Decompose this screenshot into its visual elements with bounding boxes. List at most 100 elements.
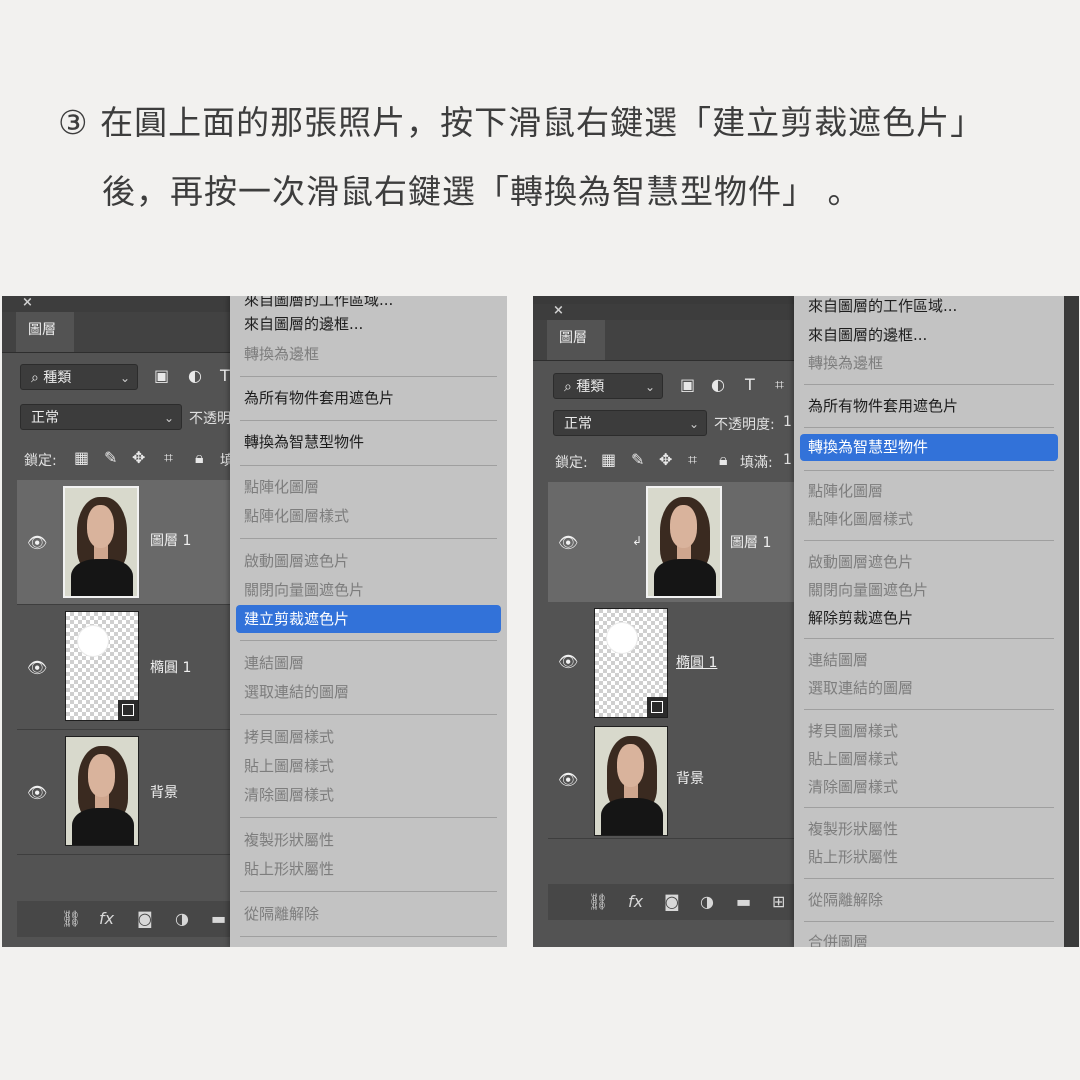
- layer-name[interactable]: 橢圓 1: [676, 652, 717, 672]
- menu-separator: [804, 638, 1054, 639]
- new-layer-icon[interactable]: ⊞: [772, 892, 785, 911]
- layer-name[interactable]: 背景: [676, 768, 704, 788]
- tab-layers[interactable]: 圖層: [547, 320, 605, 360]
- image-filter-icon[interactable]: ▣: [680, 375, 695, 394]
- layer-row-ellipse1[interactable]: 👁︎ 橢圓 1: [17, 605, 232, 730]
- opacity-value[interactable]: 1: [783, 414, 792, 430]
- adjustment-layer-icon[interactable]: ◑: [700, 892, 714, 911]
- lock-transparent-icon[interactable]: ▦: [601, 450, 616, 469]
- layers-bottom-toolbar: ⛓︎ fx ◙ ◑ ▬: [17, 901, 232, 937]
- menu-separator: [804, 427, 1054, 428]
- layer-thumbnail: [594, 608, 668, 718]
- filter-kind-select[interactable]: ⌕ 種類 ⌄: [20, 364, 138, 390]
- layer-name[interactable]: 圖層 1: [730, 532, 771, 552]
- close-icon[interactable]: ×: [553, 303, 564, 318]
- layer-row-background[interactable]: 👁︎ 背景: [17, 730, 232, 855]
- fill-value[interactable]: 1: [783, 452, 792, 468]
- eye-icon[interactable]: 👁︎: [558, 770, 578, 789]
- lock-position-move-icon[interactable]: ✥: [132, 448, 145, 467]
- menu-item[interactable]: 為所有物件套用遮色片: [808, 394, 958, 418]
- type-filter-icon[interactable]: T: [745, 375, 755, 394]
- lock-all-icon[interactable]: 🔒︎: [195, 448, 204, 468]
- layer-row-ellipse1[interactable]: 👁︎ 橢圓 1: [548, 602, 795, 721]
- menu-item: 關閉向量圖遮色片: [808, 581, 929, 599]
- lock-all-icon[interactable]: 🔒︎: [719, 450, 728, 470]
- lock-artboard-icon[interactable]: ⌗: [688, 450, 697, 470]
- menu-item: 選取連結的圖層: [244, 683, 350, 701]
- mask-icon[interactable]: ◙: [664, 892, 680, 911]
- panel-tabstrip: 圖層: [533, 320, 795, 361]
- menu-item[interactable]: 來自圖層的邊框...: [244, 312, 363, 336]
- layer-thumbnail: [594, 726, 668, 836]
- adjustment-filter-icon[interactable]: ◐: [711, 375, 725, 394]
- menu-item: 清除圖層樣式: [244, 786, 335, 804]
- menu-item[interactable]: 轉換為智慧型物件: [244, 430, 364, 454]
- menu-separator: [240, 538, 497, 539]
- eye-icon[interactable]: 👁︎: [558, 533, 578, 552]
- link-icon[interactable]: ⛓︎: [588, 892, 608, 911]
- layer-row-background[interactable]: 👁︎ 背景: [548, 720, 795, 839]
- lock-position-move-icon[interactable]: ✥: [659, 450, 672, 469]
- menu-item-convert-to-smart-object[interactable]: 轉換為智慧型物件: [800, 434, 1058, 461]
- menu-item: 連結圖層: [244, 654, 305, 672]
- menu-item[interactable]: 來自圖層的工作區域...: [808, 296, 957, 318]
- chevron-down-icon: ⌄: [163, 411, 174, 425]
- menu-separator: [240, 376, 497, 377]
- panel-titlebar: ×: [2, 296, 232, 312]
- layer-name[interactable]: 背景: [150, 782, 178, 802]
- menu-item: 點陣化圖層樣式: [244, 507, 350, 525]
- link-icon[interactable]: ⛓︎: [61, 909, 81, 928]
- folder-icon[interactable]: ▬: [211, 909, 226, 928]
- close-icon[interactable]: ×: [22, 296, 33, 310]
- lock-paint-brush-icon[interactable]: ✎: [104, 448, 117, 467]
- adjustment-layer-icon[interactable]: ◑: [175, 909, 189, 928]
- layer-row-layer1[interactable]: 👁︎ 圖層 1: [17, 480, 232, 605]
- layers-panel: × 圖層 ⌕ 種類 ⌄ ▣ ◐ T ⌗ 正常 ⌄ 不透明度: 1 鎖定: ▦ ✎…: [533, 303, 795, 947]
- type-filter-icon[interactable]: T: [220, 366, 230, 385]
- menu-item-release-clipping-mask[interactable]: 解除剪裁遮色片: [808, 606, 913, 630]
- lock-artboard-icon[interactable]: ⌗: [164, 448, 173, 468]
- blend-mode-select[interactable]: 正常 ⌄: [553, 410, 707, 436]
- fx-icon[interactable]: fx: [99, 909, 114, 928]
- menu-separator: [240, 817, 497, 818]
- adjustment-filter-icon[interactable]: ◐: [188, 366, 202, 385]
- menu-item: 貼上形狀屬性: [808, 848, 899, 866]
- blend-mode-label: 正常: [564, 416, 592, 432]
- menu-item-create-clipping-mask[interactable]: 建立剪裁遮色片: [236, 605, 501, 633]
- eye-icon[interactable]: 👁︎: [27, 533, 47, 552]
- tab-layers[interactable]: 圖層: [16, 312, 74, 352]
- layer-name[interactable]: 橢圓 1: [150, 657, 191, 677]
- instruction-block: ③ 在圓上面的那張照片，按下滑鼠右鍵選「建立剪裁遮色片」 後，再按一次滑鼠右鍵選…: [0, 0, 1080, 260]
- mask-icon[interactable]: ◙: [137, 909, 153, 928]
- menu-item: 貼上圖層樣式: [244, 757, 335, 775]
- menu-separator: [240, 936, 497, 937]
- fx-icon[interactable]: fx: [628, 892, 643, 911]
- portrait-photo: [595, 727, 667, 835]
- shape-filter-icon[interactable]: ⌗: [775, 375, 784, 395]
- eye-icon[interactable]: 👁︎: [558, 652, 578, 671]
- lock-label: 鎖定:: [555, 455, 588, 471]
- layer-thumbnail: [646, 486, 722, 598]
- menu-item: 複製形狀屬性: [244, 831, 335, 849]
- layer-name[interactable]: 圖層 1: [150, 530, 191, 550]
- menu-item[interactable]: 為所有物件套用遮色片: [244, 386, 394, 410]
- layer-row-layer1[interactable]: 👁︎ ↲ 圖層 1: [548, 482, 795, 603]
- filter-kind-label: 種類: [576, 379, 605, 395]
- lock-transparent-icon[interactable]: ▦: [74, 448, 89, 467]
- menu-item[interactable]: 來自圖層的邊框...: [808, 323, 927, 347]
- blend-mode-select[interactable]: 正常 ⌄: [20, 404, 182, 430]
- lock-label: 鎖定:: [24, 453, 57, 469]
- eye-icon[interactable]: 👁︎: [27, 783, 47, 802]
- clipping-arrow-icon: ↲: [632, 534, 643, 548]
- menu-item[interactable]: 來自圖層的工作區域...: [244, 296, 393, 312]
- chevron-down-icon: ⌄: [688, 417, 699, 431]
- menu-item: 點陣化圖層: [808, 482, 884, 500]
- menu-item: 啟動圖層遮色片: [244, 552, 350, 570]
- filter-kind-select[interactable]: ⌕ 種類 ⌄: [553, 373, 663, 399]
- layer-thumbnail: [63, 486, 139, 598]
- folder-icon[interactable]: ▬: [736, 892, 751, 911]
- eye-icon[interactable]: 👁︎: [27, 658, 47, 677]
- menu-item: 貼上形狀屬性: [244, 860, 335, 878]
- image-filter-icon[interactable]: ▣: [154, 366, 169, 385]
- lock-paint-brush-icon[interactable]: ✎: [631, 450, 644, 469]
